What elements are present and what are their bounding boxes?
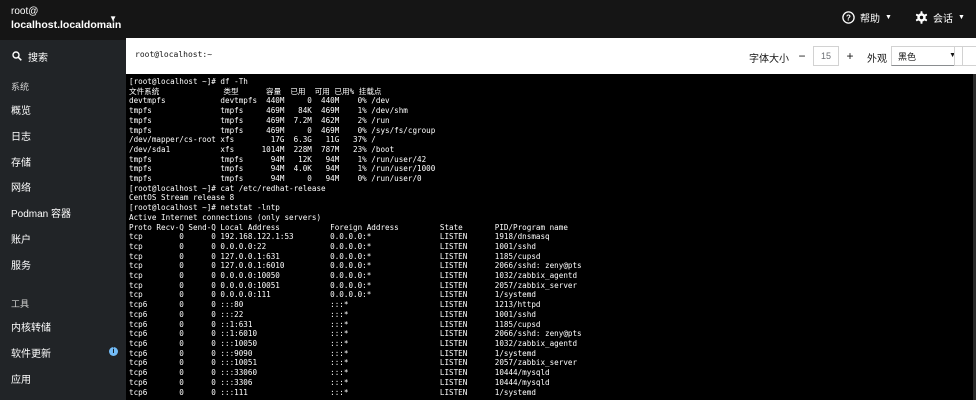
- terminal-line: 文件系统 类型 容量 已用 可用 已用% 挂载点: [129, 86, 382, 96]
- terminal-line: Active Internet connections (only server…: [129, 212, 322, 222]
- terminal-line: tcp6 0 0 ::1:631 :::* LISTEN 1185/cupsd: [129, 319, 541, 329]
- terminal-line: tcp 0 0 192.168.122.1:53 0.0.0.0:* LISTE…: [129, 232, 550, 242]
- terminal-line: /dev/mapper/cs-root xfs 17G 6.3G 11G 37%…: [129, 135, 376, 145]
- session-menu-button[interactable]: 会话 ▼: [915, 10, 965, 25]
- search-icon: [12, 51, 22, 61]
- terminal-line: tmpfs tmpfs 469M 0 469M 0% /sys/fs/cgrou…: [129, 125, 436, 135]
- terminal-line: tmpfs tmpfs 94M 4.0K 94M 1% /run/user/10…: [129, 164, 436, 174]
- terminal-output: [root@localhost ~]# df -Th 文件系统 类型 容量 已用…: [129, 77, 976, 397]
- terminal-line: tcp6 0 0 :::3306 :::* LISTEN 10444/mysql…: [129, 377, 550, 387]
- nav-group-tools: 工具: [11, 299, 30, 309]
- appearance-label: 外观: [867, 54, 887, 65]
- sidebar-item-overview[interactable]: 概览: [0, 98, 126, 120]
- appearance-value: 黑色: [898, 51, 917, 62]
- terminal-line: /dev/sda1 xfs 1014M 228M 787M 23% /boot: [129, 144, 395, 154]
- search-label: 搜索: [28, 52, 48, 64]
- sidebar-item-kdump[interactable]: 内核转储: [0, 315, 126, 337]
- sidebar-item-networking[interactable]: 网络: [0, 175, 126, 197]
- terminal-line: Proto Recv-Q Send-Q Local Address Foreig…: [129, 222, 568, 232]
- terminal-line: tcp6 0 0 :::33060 :::* LISTEN 10444/mysq…: [129, 368, 550, 378]
- decrease-font-button[interactable]: −: [791, 46, 813, 66]
- terminal-line: [root@localhost ~]# netstat -lntp: [129, 203, 280, 213]
- increase-font-button[interactable]: +: [839, 46, 861, 66]
- chevron-down-icon: ▼: [958, 14, 965, 21]
- terminal-line: tcp6 0 0 :::10051 :::* LISTEN 2057/zabbi…: [129, 358, 578, 368]
- chevron-down-icon: ▼: [885, 14, 892, 21]
- terminal-screen[interactable]: [root@localhost ~]# df -Th 文件系统 类型 容量 已用…: [126, 74, 976, 400]
- session-label: 会话: [933, 14, 953, 25]
- help-menu-button[interactable]: ? 帮助 ▼: [842, 10, 892, 25]
- reset-button[interactable]: [954, 46, 976, 66]
- terminal-line: devtmpfs devtmpfs 440M 0 440M 0% /dev: [129, 96, 390, 106]
- host-switcher[interactable]: root@ localhost.localdomain ▼: [0, 0, 126, 40]
- appearance-select[interactable]: 黑色 ▼: [891, 46, 963, 66]
- chevron-down-icon: ▼: [109, 14, 117, 23]
- terminal-line: tcp6 0 0 :::10050 :::* LISTEN 1032/zabbi…: [129, 338, 578, 348]
- terminal-line: [root@localhost ~]# cat /etc/redhat-rele…: [129, 183, 326, 193]
- terminal-line: tcp6 0 0 :::22 :::* LISTEN 1001/sshd: [129, 309, 536, 319]
- info-icon: i: [109, 347, 118, 356]
- terminal-line: tcp6 0 0 :::80 :::* LISTEN 1213/httpd: [129, 300, 541, 310]
- sidebar-item-applications[interactable]: 应用: [0, 367, 126, 389]
- gear-icon: [915, 11, 928, 24]
- terminal-line: tmpfs tmpfs 94M 0 94M 0% /run/user/0: [129, 174, 422, 184]
- terminal-line: CentOS Stream release 8: [129, 193, 235, 203]
- terminal-line: tmpfs tmpfs 469M 7.2M 462M 2% /run: [129, 115, 390, 125]
- top-bar: ? 帮助 ▼ 会话 ▼: [126, 0, 976, 38]
- sidebar-item-label: 软件更新: [11, 348, 51, 360]
- sidebar-item-services[interactable]: 服务: [0, 253, 126, 275]
- font-size-stepper: − 15 +: [791, 46, 861, 66]
- sidebar-item-logs[interactable]: 日志: [0, 124, 126, 146]
- terminal-line: tcp6 0 0 :::111 :::* LISTEN 1/systemd: [129, 387, 536, 397]
- terminal-line: tcp6 0 0 ::1:6010 :::* LISTEN 2066/sshd:…: [129, 329, 582, 339]
- search-input[interactable]: 搜索: [0, 44, 126, 68]
- terminal-line: tmpfs tmpfs 469M 84K 469M 1% /dev/shm: [129, 106, 408, 116]
- sidebar-item-podman[interactable]: Podman 容器: [0, 201, 126, 223]
- font-size-label: 字体大小: [749, 54, 789, 65]
- terminal-line: tcp6 0 0 :::9090 :::* LISTEN 1/systemd: [129, 348, 536, 358]
- svg-text:?: ?: [846, 14, 851, 23]
- help-label: 帮助: [860, 14, 880, 25]
- terminal-line: tcp 0 0 0.0.0.0:10050 0.0.0.0:* LISTEN 1…: [129, 271, 578, 281]
- terminal-header: root@localhost:~ 字体大小 − 15 + 外观 黑色 ▼: [126, 38, 976, 74]
- sidebar: root@ localhost.localdomain ▼ 搜索 系统 概览 日…: [0, 0, 126, 400]
- terminal-line: [root@localhost ~]# df -Th: [129, 77, 248, 86]
- sidebar-item-accounts[interactable]: 账户: [0, 227, 126, 249]
- sidebar-item-storage[interactable]: 存储: [0, 150, 126, 172]
- terminal-line: tcp 0 0 0.0.0.0:10051 0.0.0.0:* LISTEN 2…: [129, 280, 578, 290]
- terminal-line: tcp 0 0 0.0.0.0:22 0.0.0.0:* LISTEN 1001…: [129, 241, 536, 251]
- help-icon: ?: [842, 11, 855, 24]
- terminal-line: tmpfs tmpfs 94M 12K 94M 1% /run/user/42: [129, 154, 427, 164]
- font-size-input[interactable]: 15: [813, 46, 839, 66]
- terminal-title: root@localhost:~: [135, 50, 213, 59]
- terminal-line: tcp 0 0 127.0.0.1:6010 0.0.0.0:* LISTEN …: [129, 261, 582, 271]
- terminal-line: tcp 0 0 127.0.0.1:631 0.0.0.0:* LISTEN 1…: [129, 251, 541, 261]
- nav-group-system: 系统: [11, 82, 30, 92]
- terminal-line: tcp 0 0 0.0.0.0:111 0.0.0.0:* LISTEN 1/s…: [129, 290, 536, 300]
- sidebar-item-software-updates[interactable]: 软件更新 i: [0, 341, 126, 363]
